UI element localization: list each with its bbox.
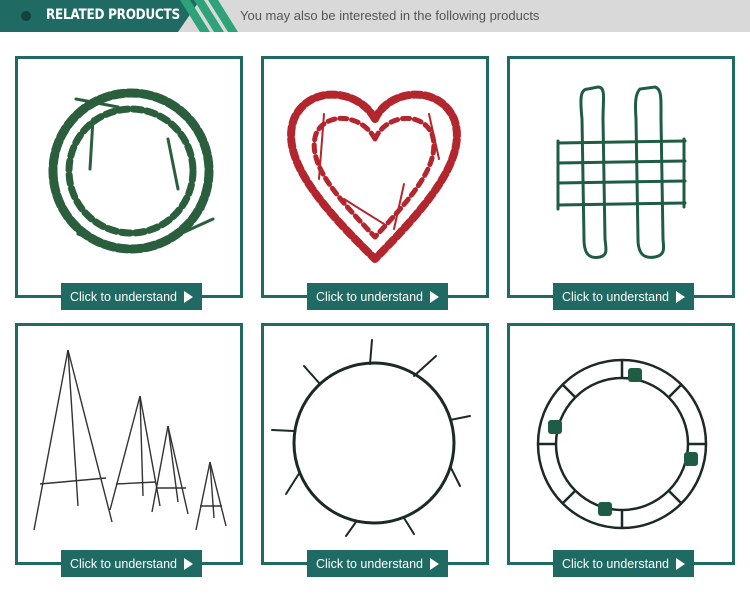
cta-label: Click to understand [315,289,423,304]
play-arrow-icon [430,557,439,570]
section-title: RELATED PRODUCTS [46,7,180,23]
section-header: RELATED PRODUCTS You may also be interes… [0,0,750,32]
play-arrow-icon [676,290,685,303]
cta-label: Click to understand [561,556,669,571]
cta-label: Click to understand [69,289,177,304]
pyramid-topiary-frames-image [33,349,227,531]
green-grid-wire-frame-image [556,85,687,259]
section-subtitle: You may also be interested in the follow… [240,8,540,23]
click-to-understand-button[interactable]: Click to understand [61,550,202,577]
cta-label: Click to understand [561,289,669,304]
double-ring-wreath-image [536,358,708,530]
click-to-understand-button[interactable]: Click to understand [553,550,694,577]
product-card-5[interactable]: Click to understand [261,323,489,577]
red-heart-wreath-image [287,90,461,263]
cta-label: Click to understand [69,556,177,571]
click-to-understand-button[interactable]: Click to understand [307,283,448,310]
play-arrow-icon [184,290,193,303]
clamp-wreath-ring-image [271,339,471,537]
click-to-understand-button[interactable]: Click to understand [307,550,448,577]
header-stripes [180,0,238,32]
green-pine-wreath-image [48,88,215,254]
cta-label: Click to understand [315,556,423,571]
product-card-3[interactable]: Click to understand [507,56,735,310]
play-arrow-icon [430,290,439,303]
product-card-1[interactable]: Click to understand [15,56,243,310]
product-card-4[interactable]: Click to understand [15,323,243,577]
click-to-understand-button[interactable]: Click to understand [61,283,202,310]
product-card-6[interactable]: Click to understand [507,323,735,577]
bullet-icon [21,11,31,21]
play-arrow-icon [184,557,193,570]
click-to-understand-button[interactable]: Click to understand [553,283,694,310]
product-card-2[interactable]: Click to understand [261,56,489,310]
play-arrow-icon [676,557,685,570]
